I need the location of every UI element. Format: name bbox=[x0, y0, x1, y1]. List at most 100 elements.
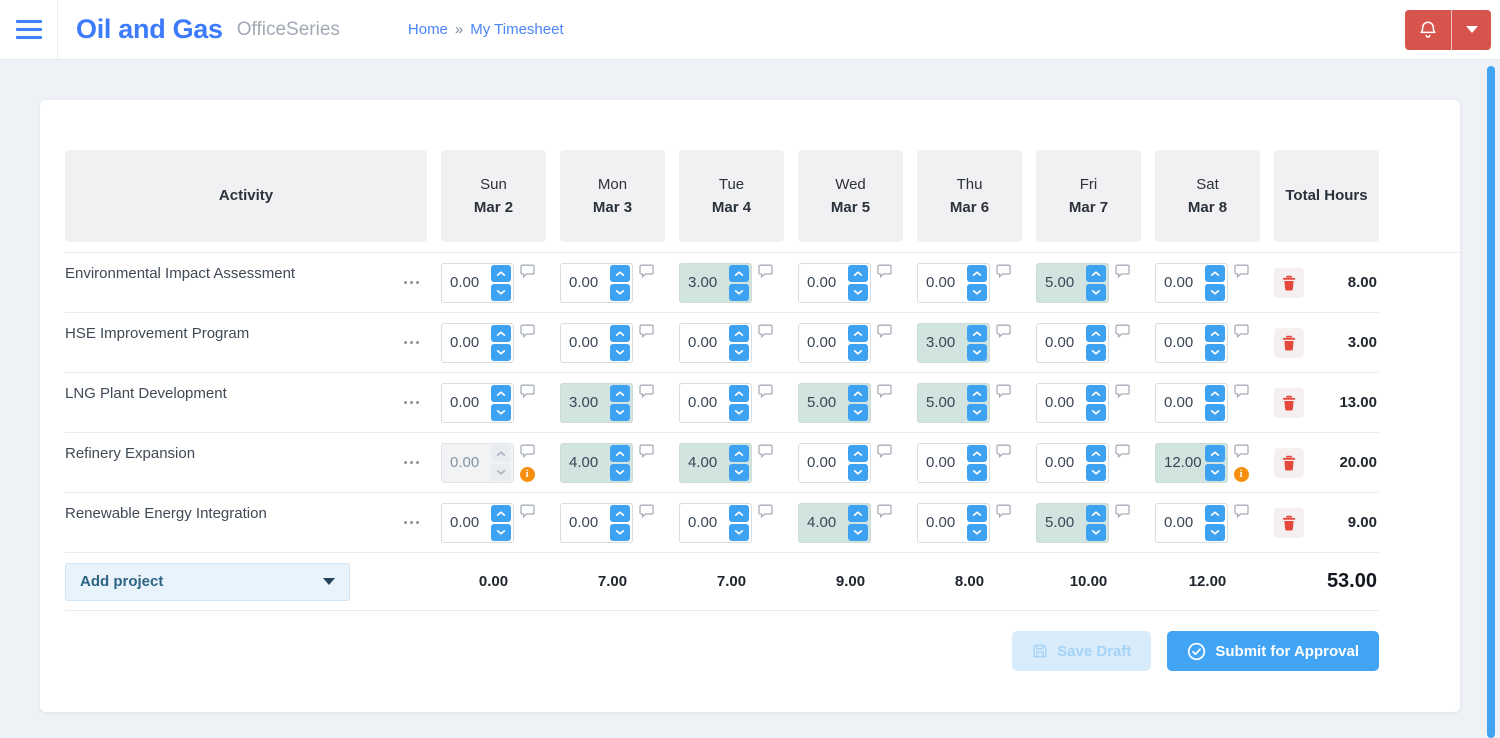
decrement-button[interactable] bbox=[848, 463, 868, 481]
hours-input[interactable]: 0.00 bbox=[917, 262, 990, 303]
hours-input[interactable]: 5.00 bbox=[1036, 262, 1109, 303]
decrement-button[interactable] bbox=[1205, 403, 1225, 421]
decrement-button[interactable] bbox=[848, 343, 868, 361]
row-menu-ellipsis-icon[interactable] bbox=[402, 335, 421, 350]
increment-button[interactable] bbox=[848, 324, 868, 342]
hours-input[interactable]: 3.00 bbox=[560, 382, 633, 423]
comment-icon[interactable] bbox=[876, 324, 892, 338]
increment-button[interactable] bbox=[848, 444, 868, 462]
increment-button[interactable] bbox=[729, 504, 749, 522]
increment-button[interactable] bbox=[1205, 504, 1225, 522]
comment-icon[interactable] bbox=[995, 384, 1011, 398]
increment-button[interactable] bbox=[729, 264, 749, 282]
hours-input[interactable]: 0.00 bbox=[679, 502, 752, 543]
comment-icon[interactable] bbox=[519, 444, 535, 458]
comment-icon[interactable] bbox=[638, 444, 654, 458]
increment-button[interactable] bbox=[848, 264, 868, 282]
comment-icon[interactable] bbox=[1114, 444, 1130, 458]
increment-button[interactable] bbox=[491, 504, 511, 522]
hours-input[interactable]: 0.00 bbox=[441, 262, 514, 303]
hours-input[interactable]: 4.00 bbox=[679, 442, 752, 483]
increment-button[interactable] bbox=[729, 384, 749, 402]
decrement-button[interactable] bbox=[491, 463, 511, 481]
comment-icon[interactable] bbox=[1114, 504, 1130, 518]
hours-input[interactable]: 4.00 bbox=[798, 502, 871, 543]
increment-button[interactable] bbox=[967, 264, 987, 282]
increment-button[interactable] bbox=[967, 444, 987, 462]
increment-button[interactable] bbox=[491, 264, 511, 282]
comment-icon[interactable] bbox=[876, 264, 892, 278]
increment-button[interactable] bbox=[1205, 444, 1225, 462]
increment-button[interactable] bbox=[491, 444, 511, 462]
increment-button[interactable] bbox=[1086, 444, 1106, 462]
vertical-scrollbar[interactable] bbox=[1487, 66, 1495, 738]
decrement-button[interactable] bbox=[610, 343, 630, 361]
hours-input[interactable]: 3.00 bbox=[679, 262, 752, 303]
comment-icon[interactable] bbox=[757, 504, 773, 518]
increment-button[interactable] bbox=[848, 384, 868, 402]
decrement-button[interactable] bbox=[1205, 523, 1225, 541]
comment-icon[interactable] bbox=[757, 264, 773, 278]
breadcrumb-home-link[interactable]: Home bbox=[408, 21, 448, 38]
hours-input[interactable]: 3.00 bbox=[917, 322, 990, 363]
delete-row-button[interactable] bbox=[1274, 447, 1304, 478]
decrement-button[interactable] bbox=[967, 283, 987, 301]
hours-input[interactable]: 0.00 bbox=[1036, 322, 1109, 363]
hours-input[interactable]: 0.00 bbox=[1036, 382, 1109, 423]
decrement-button[interactable] bbox=[848, 403, 868, 421]
comment-icon[interactable] bbox=[638, 504, 654, 518]
decrement-button[interactable] bbox=[729, 523, 749, 541]
increment-button[interactable] bbox=[610, 444, 630, 462]
hours-input[interactable]: 0.00 bbox=[560, 322, 633, 363]
comment-icon[interactable] bbox=[757, 324, 773, 338]
comment-icon[interactable] bbox=[638, 384, 654, 398]
comment-icon[interactable] bbox=[1233, 324, 1249, 338]
comment-icon[interactable] bbox=[876, 384, 892, 398]
decrement-button[interactable] bbox=[729, 403, 749, 421]
comment-icon[interactable] bbox=[638, 324, 654, 338]
decrement-button[interactable] bbox=[729, 463, 749, 481]
decrement-button[interactable] bbox=[967, 523, 987, 541]
decrement-button[interactable] bbox=[967, 343, 987, 361]
increment-button[interactable] bbox=[491, 324, 511, 342]
comment-icon[interactable] bbox=[1114, 324, 1130, 338]
save-draft-button[interactable]: Save Draft bbox=[1012, 631, 1152, 671]
increment-button[interactable] bbox=[610, 324, 630, 342]
comment-icon[interactable] bbox=[638, 264, 654, 278]
comment-icon[interactable] bbox=[995, 444, 1011, 458]
decrement-button[interactable] bbox=[1086, 463, 1106, 481]
increment-button[interactable] bbox=[610, 264, 630, 282]
decrement-button[interactable] bbox=[1086, 403, 1106, 421]
hours-input[interactable]: 0.00 bbox=[441, 502, 514, 543]
increment-button[interactable] bbox=[610, 504, 630, 522]
increment-button[interactable] bbox=[729, 324, 749, 342]
increment-button[interactable] bbox=[967, 504, 987, 522]
row-menu-ellipsis-icon[interactable] bbox=[402, 275, 421, 290]
increment-button[interactable] bbox=[848, 504, 868, 522]
increment-button[interactable] bbox=[1086, 504, 1106, 522]
increment-button[interactable] bbox=[1205, 264, 1225, 282]
comment-icon[interactable] bbox=[1114, 384, 1130, 398]
comment-icon[interactable] bbox=[1233, 384, 1249, 398]
decrement-button[interactable] bbox=[848, 523, 868, 541]
decrement-button[interactable] bbox=[967, 403, 987, 421]
increment-button[interactable] bbox=[1205, 384, 1225, 402]
decrement-button[interactable] bbox=[491, 523, 511, 541]
comment-icon[interactable] bbox=[757, 444, 773, 458]
decrement-button[interactable] bbox=[610, 283, 630, 301]
comment-icon[interactable] bbox=[995, 264, 1011, 278]
decrement-button[interactable] bbox=[1205, 343, 1225, 361]
hours-input[interactable]: 0.00 bbox=[560, 262, 633, 303]
hours-input[interactable]: 0.00 bbox=[798, 262, 871, 303]
increment-button[interactable] bbox=[1086, 324, 1106, 342]
hours-input[interactable]: 0.00 bbox=[1155, 382, 1228, 423]
comment-icon[interactable] bbox=[876, 444, 892, 458]
comment-icon[interactable] bbox=[519, 504, 535, 518]
decrement-button[interactable] bbox=[1086, 283, 1106, 301]
hours-input[interactable]: 0.00 bbox=[441, 442, 514, 483]
comment-icon[interactable] bbox=[1114, 264, 1130, 278]
decrement-button[interactable] bbox=[729, 283, 749, 301]
hours-input[interactable]: 0.00 bbox=[917, 442, 990, 483]
increment-button[interactable] bbox=[967, 324, 987, 342]
hours-input[interactable]: 0.00 bbox=[679, 382, 752, 423]
